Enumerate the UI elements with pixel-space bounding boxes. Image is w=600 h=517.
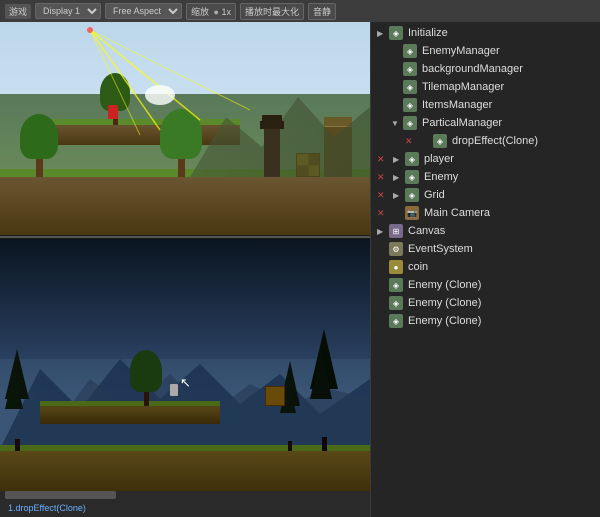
item-label-dropeffectclone: dropEffect(Clone) — [452, 135, 538, 147]
display-select[interactable]: Display 1 — [35, 3, 101, 19]
scene-view[interactable]: 场景 2D 灯光 音频 特效 叠加 ⋮ — [0, 0, 370, 235]
hierarchy-item-itemsmanager[interactable]: ◈ ItemsManager — [371, 96, 600, 114]
item-label-backgroundmanager: backgroundManager — [422, 63, 523, 75]
hierarchy-item-canvas[interactable]: ▶ ⊞ Canvas — [371, 222, 600, 240]
game-toolbar: 游戏 Display 1 Free Aspect 缩放 ● 1x 播放时最大化 … — [0, 0, 600, 22]
playmax-btn[interactable]: 播放时最大化 — [240, 3, 304, 20]
status-item: 1.dropEffect(Clone) — [8, 503, 86, 513]
scene-bg — [0, 0, 370, 235]
game-bg: ↖ — [0, 239, 370, 499]
game-platform — [40, 404, 220, 424]
item-label-initialize: Initialize — [408, 27, 448, 39]
game-view: ↖ — [0, 239, 370, 499]
game-tree-2 — [280, 361, 300, 451]
item-icon-canvas: ⊞ — [389, 224, 403, 238]
item-label-grid: Grid — [424, 189, 445, 201]
item-icon-eventsystem: ⚙ — [389, 242, 403, 256]
item-label-eventsystem: EventSystem — [408, 243, 473, 255]
status-bar: 1.dropEffect(Clone) — [0, 499, 370, 517]
item-icon-player: ◈ — [405, 152, 419, 166]
item-label-enemy_clone3: Enemy (Clone) — [408, 315, 481, 327]
hierarchy-item-enemy_clone3[interactable]: ◈ Enemy (Clone) — [371, 312, 600, 330]
hierarchy-item-maincamera[interactable]: ✕ 📷 Main Camera — [371, 204, 600, 222]
game-label: 游戏 — [5, 4, 31, 19]
mute-btn[interactable]: 音静 — [308, 3, 336, 20]
item-label-maincamera: Main Camera — [424, 207, 490, 219]
hierarchy-item-grid[interactable]: ✕ ▶ ◈ Grid — [371, 186, 600, 204]
game-player — [170, 384, 178, 396]
hierarchy-item-initialize[interactable]: ▶ ◈ Initialize — [371, 24, 600, 42]
item-label-enemy_clone2: Enemy (Clone) — [408, 297, 481, 309]
x-icon-maincamera: ✕ — [377, 208, 389, 219]
hierarchy-item-coin[interactable]: ● coin — [371, 258, 600, 276]
item-icon-grid: ◈ — [405, 188, 419, 202]
aspect-select[interactable]: Free Aspect — [105, 3, 182, 19]
hierarchy-item-enemy_clone1[interactable]: ◈ Enemy (Clone) — [371, 276, 600, 294]
item-icon-enemy: ◈ — [405, 170, 419, 184]
hierarchy-item-enemymanager[interactable]: ◈ EnemyManager — [371, 42, 600, 60]
hierarchy-item-enemy[interactable]: ✕ ▶ ◈ Enemy — [371, 168, 600, 186]
hierarchy-item-player[interactable]: ✕ ▶ ◈ player — [371, 150, 600, 168]
item-icon-enemy_clone1: ◈ — [389, 278, 403, 292]
x-icon-enemy: ✕ — [377, 172, 389, 183]
item-label-player: player — [424, 153, 454, 165]
item-icon-enemy_clone3: ◈ — [389, 314, 403, 328]
x-icon-dropeffectclone: ✕ — [405, 136, 417, 147]
zoom-btn[interactable]: 缩放 ● 1x — [186, 3, 236, 20]
item-icon-enemymanager: ◈ — [403, 44, 417, 58]
x-icon-player: ✕ — [377, 154, 389, 165]
item-label-tilemapmanager: TilemapManager — [422, 81, 504, 93]
hierarchy-item-enemy_clone2[interactable]: ◈ Enemy (Clone) — [371, 294, 600, 312]
hierarchy-item-eventsystem[interactable]: ⚙ EventSystem — [371, 240, 600, 258]
item-icon-backgroundmanager: ◈ — [403, 62, 417, 76]
item-label-canvas: Canvas — [408, 225, 445, 237]
item-icon-itemsmanager: ◈ — [403, 98, 417, 112]
item-icon-coin: ● — [389, 260, 403, 274]
main-layout: 场景 2D 灯光 音频 特效 叠加 ⋮ — [0, 0, 600, 517]
scene-player — [108, 105, 118, 119]
item-icon-enemy_clone2: ◈ — [389, 296, 403, 310]
item-label-enemy: Enemy — [424, 171, 458, 183]
item-icon-particalmanager: ◈ — [403, 116, 417, 130]
item-label-particalmanager: ParticalManager — [422, 117, 502, 129]
hierarchy-item-tilemapmanager[interactable]: ◈ TilemapManager — [371, 78, 600, 96]
item-label-itemsmanager: ItemsManager — [422, 99, 492, 111]
item-icon-tilemapmanager: ◈ — [403, 80, 417, 94]
game-scrollbar[interactable] — [0, 491, 370, 499]
hierarchy-item-backgroundmanager[interactable]: ◈ backgroundManager — [371, 60, 600, 78]
hierarchy-item-particalmanager[interactable]: ▼ ◈ ParticalManager — [371, 114, 600, 132]
item-label-enemy_clone1: Enemy (Clone) — [408, 279, 481, 291]
x-icon-grid: ✕ — [377, 190, 389, 201]
item-icon-maincamera: 📷 — [405, 206, 419, 220]
item-icon-dropeffectclone: ◈ — [433, 134, 447, 148]
item-label-coin: coin — [408, 261, 428, 273]
item-icon-initialize: ◈ — [389, 26, 403, 40]
hierarchy-body: ▶ ◈ Initialize ◈ EnemyManager ◈ backgrou… — [371, 22, 600, 517]
game-platform-tree — [130, 350, 162, 406]
scene-pagoda — [264, 127, 280, 177]
game-tree-3 — [310, 329, 338, 451]
hierarchy-panel: ▼ SampleScene ▶ ◈ Initialize ◈ EnemyMana… — [370, 0, 600, 517]
game-tree-1 — [5, 349, 29, 451]
game-cursor: ↖ — [180, 375, 191, 391]
item-label-enemymanager: EnemyManager — [422, 45, 500, 57]
game-crate — [265, 386, 285, 406]
scene-cloud-effect — [145, 85, 175, 105]
hierarchy-item-dropeffectclone[interactable]: ✕ ◈ dropEffect(Clone) — [371, 132, 600, 150]
left-panel: 场景 2D 灯光 音频 特效 叠加 ⋮ — [0, 0, 370, 517]
